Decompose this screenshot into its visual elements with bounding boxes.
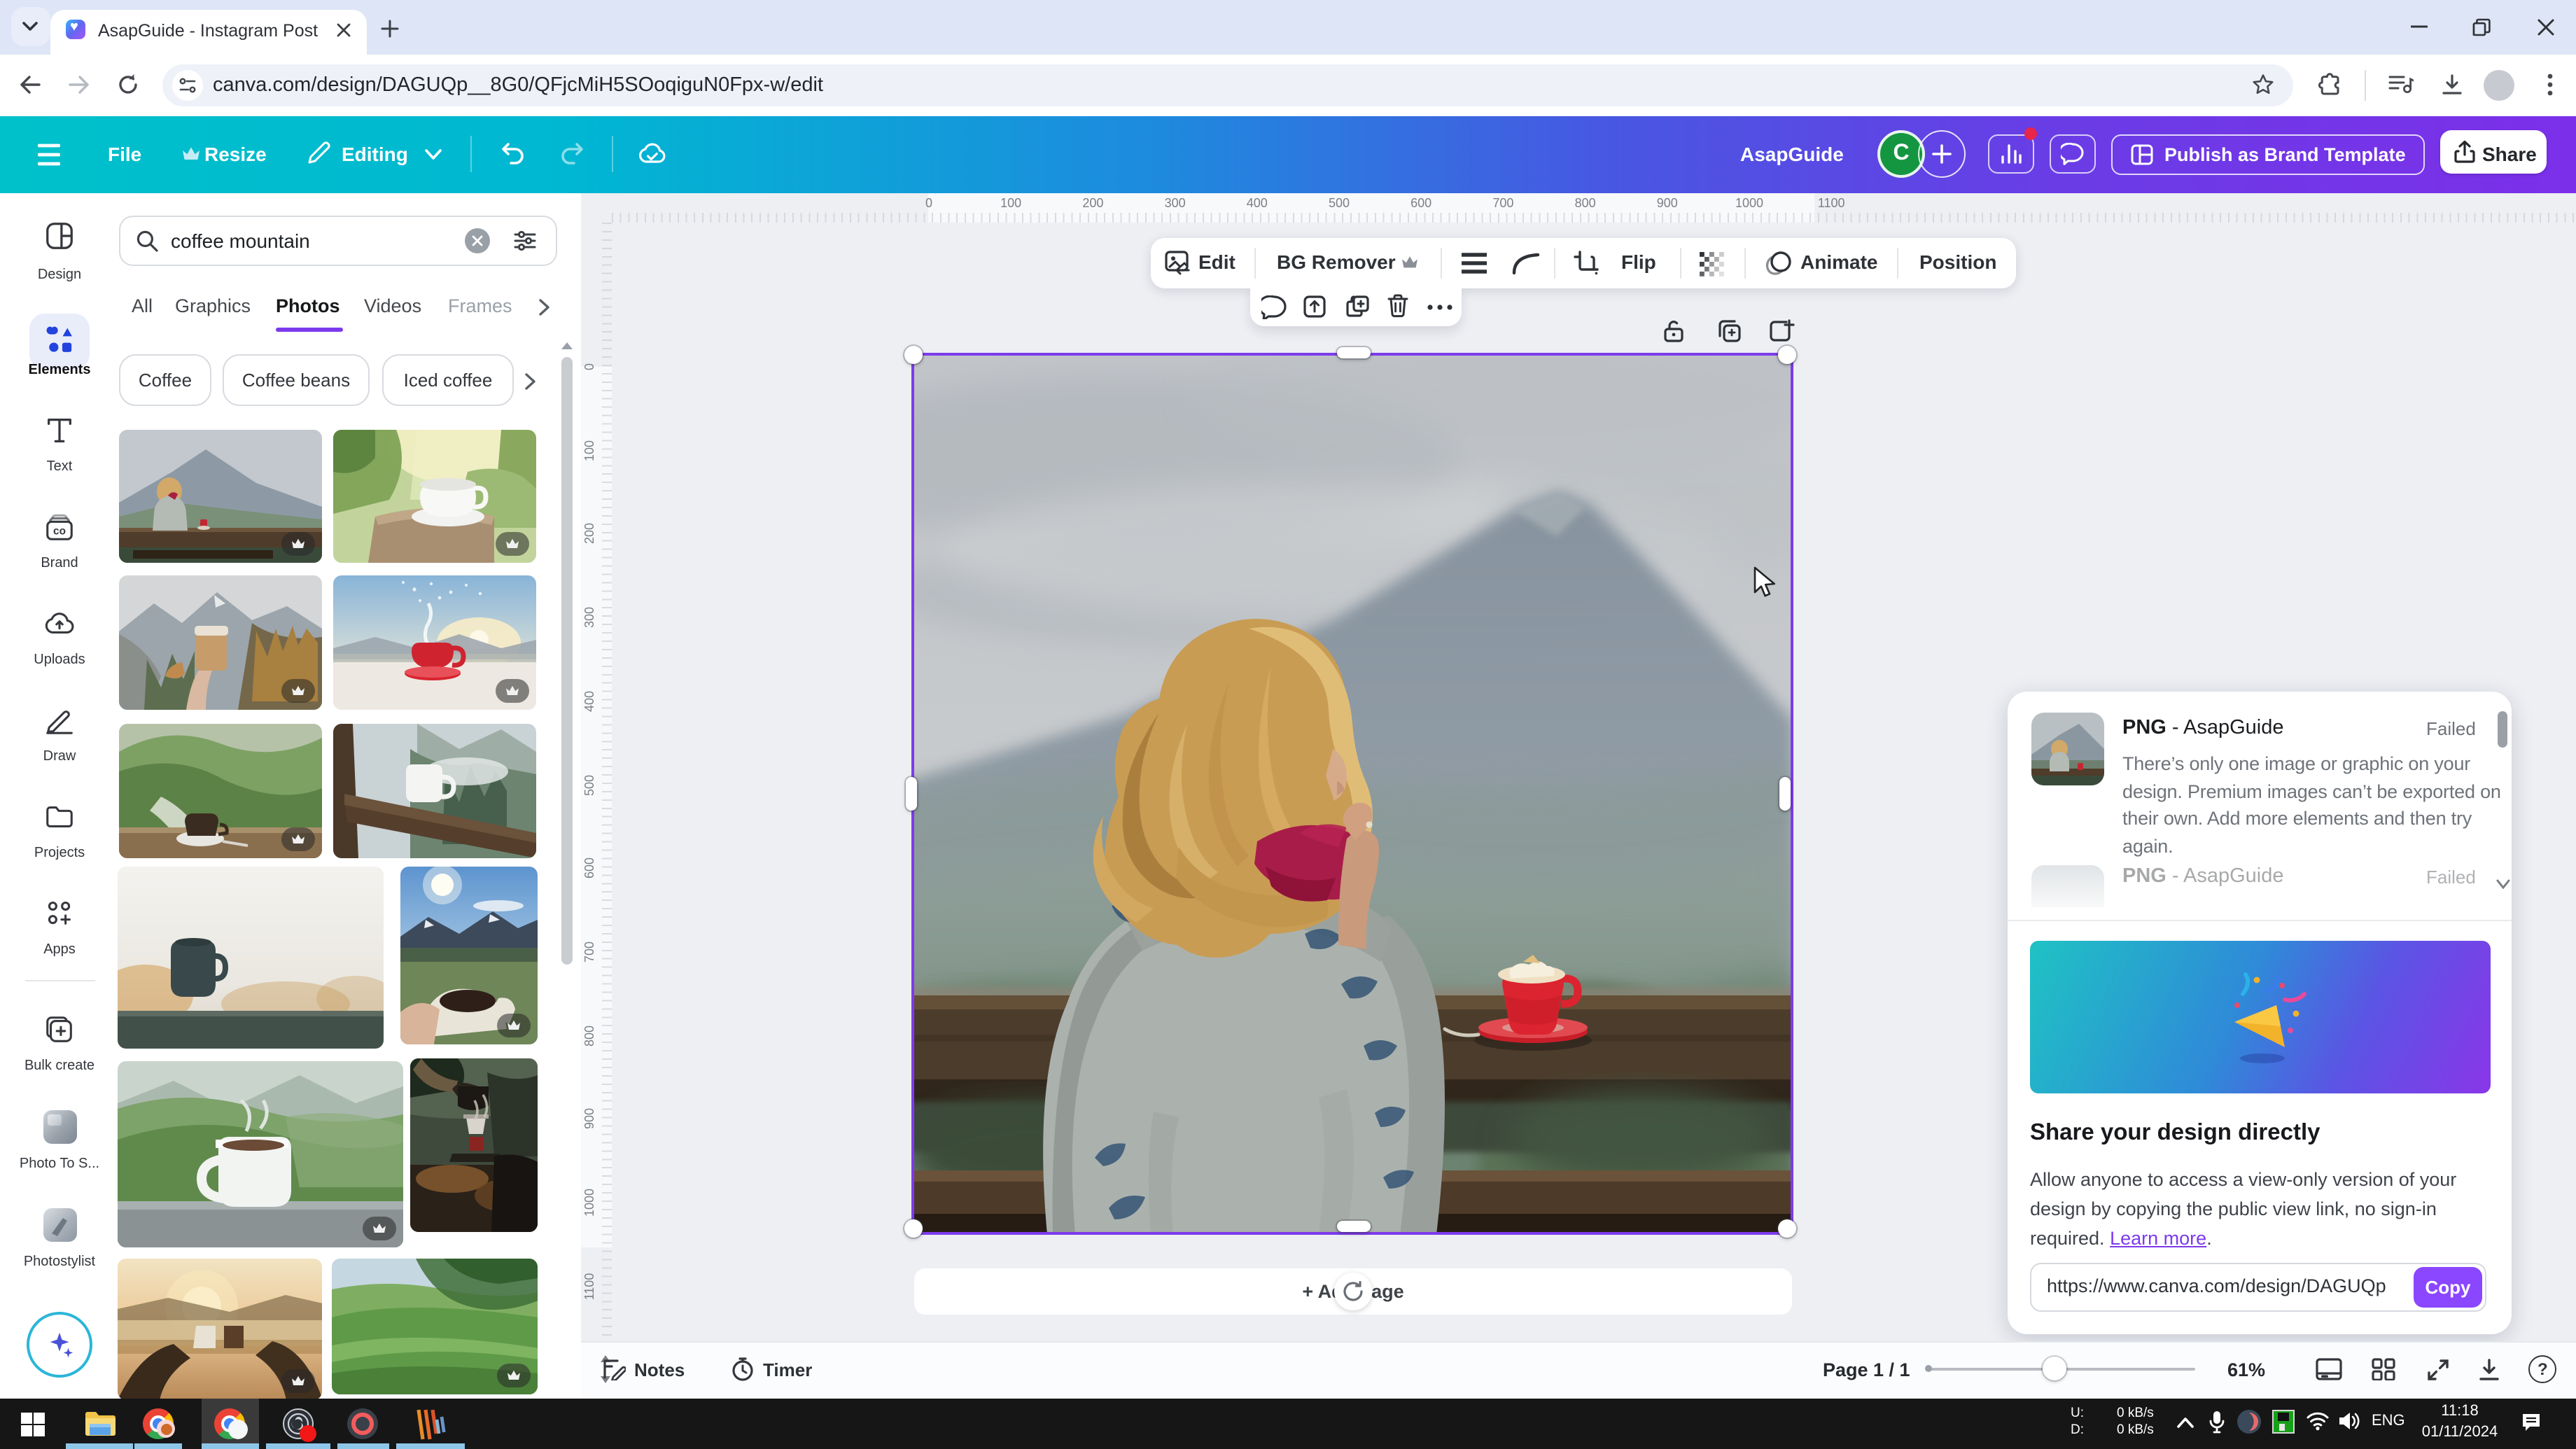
svg-text:co: co — [53, 526, 66, 538]
